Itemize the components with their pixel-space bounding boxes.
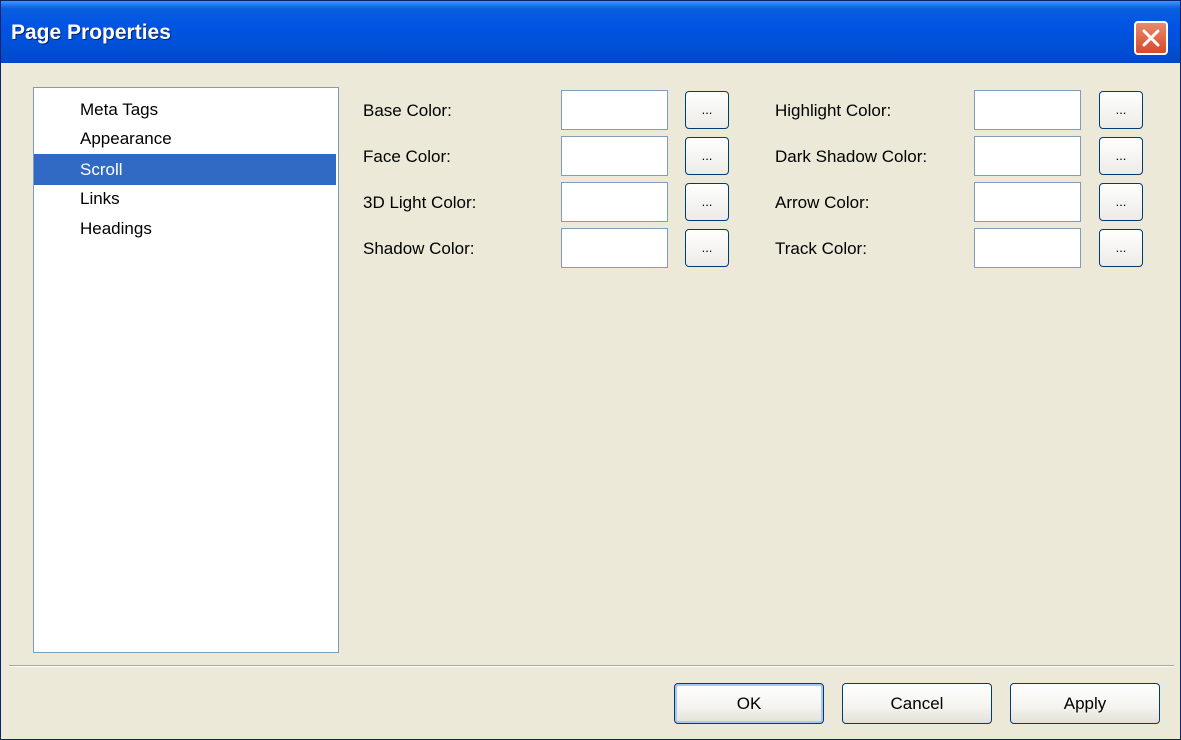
title-bar[interactable]: Page Properties xyxy=(1,1,1180,63)
close-button[interactable] xyxy=(1134,21,1168,55)
dark-shadow-color-label: Dark Shadow Color: xyxy=(775,147,928,166)
page-properties-dialog: Page Properties Meta Tags Appearance Scr… xyxy=(0,0,1181,740)
dark-shadow-color-swatch[interactable] xyxy=(974,136,1081,176)
apply-button[interactable]: Apply xyxy=(1010,683,1160,724)
arrow-color-label: Arrow Color: xyxy=(775,193,870,212)
base-color-picker-button[interactable]: ... xyxy=(685,91,729,129)
arrow-color-picker-button[interactable]: ... xyxy=(1099,183,1143,221)
list-item-meta-tags[interactable]: Meta Tags xyxy=(34,94,336,125)
window-title: Page Properties xyxy=(11,21,171,44)
footer-separator xyxy=(9,665,1174,667)
cancel-button[interactable]: Cancel xyxy=(842,683,992,724)
shadow-color-swatch[interactable] xyxy=(561,228,668,268)
shadow-color-picker-button[interactable]: ... xyxy=(685,229,729,267)
shadow-color-label: Shadow Color: xyxy=(363,239,475,258)
3d-light-color-label: 3D Light Color: xyxy=(363,193,477,212)
highlight-color-picker-button[interactable]: ... xyxy=(1099,91,1143,129)
list-item-scroll[interactable]: Scroll xyxy=(34,154,336,185)
dark-shadow-color-picker-button[interactable]: ... xyxy=(1099,137,1143,175)
face-color-picker-button[interactable]: ... xyxy=(685,137,729,175)
highlight-color-swatch[interactable] xyxy=(974,90,1081,130)
highlight-color-label: Highlight Color: xyxy=(775,101,892,120)
track-color-picker-button[interactable]: ... xyxy=(1099,229,1143,267)
arrow-color-swatch[interactable] xyxy=(974,182,1081,222)
list-item-links[interactable]: Links xyxy=(34,183,336,214)
3d-light-color-picker-button[interactable]: ... xyxy=(685,183,729,221)
face-color-label: Face Color: xyxy=(363,147,451,166)
base-color-label: Base Color: xyxy=(363,101,452,120)
3d-light-color-swatch[interactable] xyxy=(561,182,668,222)
track-color-label: Track Color: xyxy=(775,239,867,258)
ok-button[interactable]: OK xyxy=(674,683,824,724)
list-item-appearance[interactable]: Appearance xyxy=(34,123,336,154)
base-color-swatch[interactable] xyxy=(561,90,668,130)
track-color-swatch[interactable] xyxy=(974,228,1081,268)
face-color-swatch[interactable] xyxy=(561,136,668,176)
category-list[interactable]: Meta Tags Appearance Scroll Links Headin… xyxy=(33,87,339,653)
list-item-headings[interactable]: Headings xyxy=(34,213,336,244)
dialog-body: Meta Tags Appearance Scroll Links Headin… xyxy=(9,63,1174,733)
